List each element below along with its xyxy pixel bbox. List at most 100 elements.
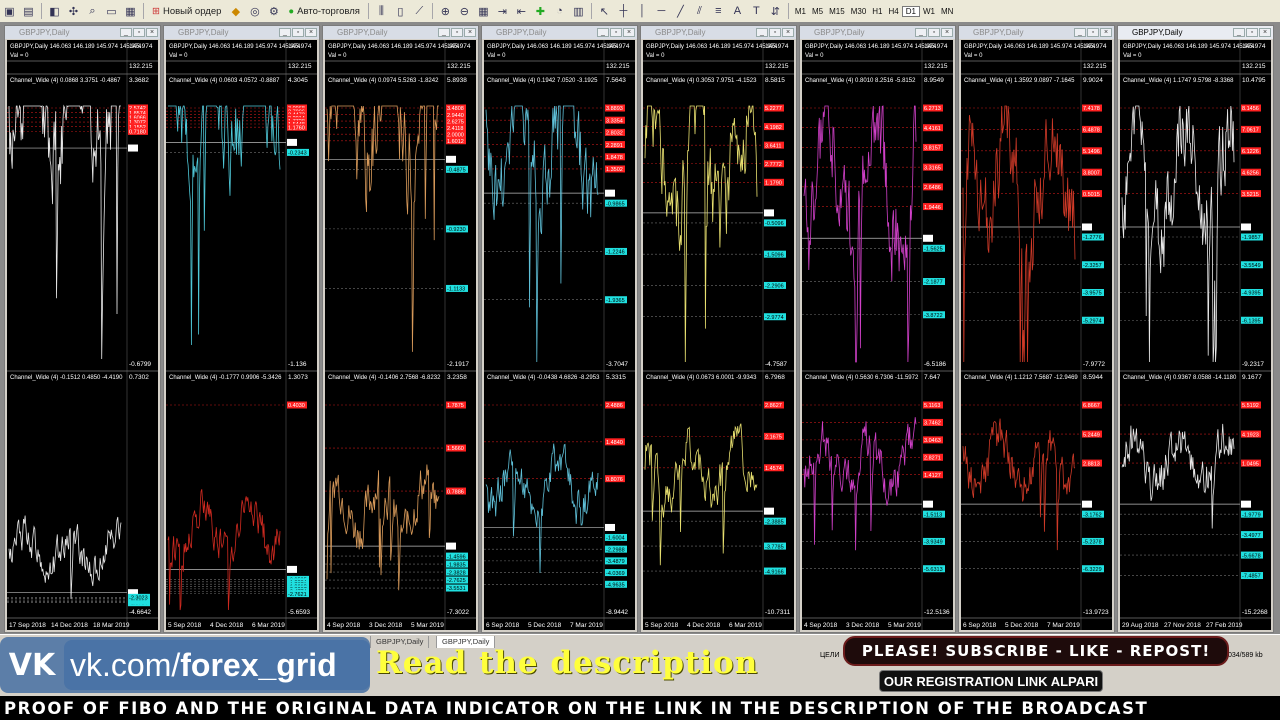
templates-icon[interactable]: ▥ xyxy=(570,3,587,19)
label-tool-icon[interactable]: T xyxy=(748,3,765,19)
close-icon[interactable]: × xyxy=(1259,28,1271,37)
chart-window[interactable]: GBPJPY,Daily _ ▫ × GBPJPY,Daily 146.063 146.… xyxy=(4,25,161,633)
minimize-icon[interactable]: _ xyxy=(279,28,291,37)
registration-link-button[interactable]: OUR REGISTRATION LINK ALPARI xyxy=(879,670,1103,692)
restore-icon[interactable]: ▫ xyxy=(451,28,463,37)
chart-canvas[interactable]: GBPJPY,Daily 146.063 146.189 145.974 145… xyxy=(484,40,635,630)
timeframe-mn[interactable]: MN xyxy=(938,7,956,16)
cursor-icon[interactable]: ↖ xyxy=(596,3,613,19)
minimize-icon[interactable]: _ xyxy=(438,28,450,37)
vk-banner[interactable]: VK vk.com/forex_grid xyxy=(0,637,370,693)
chart-canvas[interactable]: GBPJPY,Daily 146.063 146.189 145.974 145… xyxy=(961,40,1112,630)
channel-icon[interactable]: ⫽ xyxy=(691,3,708,19)
chart-canvas[interactable]: GBPJPY,Daily 146.063 146.189 145.974 145… xyxy=(802,40,953,630)
trendline-icon[interactable]: ╱ xyxy=(672,3,689,19)
fibo-icon[interactable]: ≡ xyxy=(710,3,727,19)
chart-canvas[interactable]: GBPJPY,Daily 146.063 146.189 145.974 145… xyxy=(643,40,794,630)
tile-windows-icon[interactable]: ▦ xyxy=(475,3,492,19)
zoom-in-icon[interactable]: ⊕ xyxy=(437,3,454,19)
restore-icon[interactable]: ▫ xyxy=(1087,28,1099,37)
close-icon[interactable]: × xyxy=(623,28,635,37)
indicator-scale-top: 10.4795 xyxy=(1242,77,1266,84)
chart-window[interactable]: GBPJPY,Daily _ ▫ × GBPJPY,Daily 146.063 146.… xyxy=(958,25,1115,633)
candles-icon[interactable]: ▯ xyxy=(392,3,409,19)
market-watch-icon[interactable]: ◧ xyxy=(46,3,63,19)
price-scale-sub: 132.215 xyxy=(288,63,312,70)
timeframe-h4[interactable]: H4 xyxy=(886,7,902,16)
indicator-line xyxy=(1121,423,1235,529)
close-icon[interactable]: × xyxy=(146,28,158,37)
indicator-scale-top: 9.9024 xyxy=(1083,77,1103,84)
text-tool-icon[interactable]: A xyxy=(729,3,746,19)
chart-window[interactable]: GBPJPY,Daily _ ▫ × GBPJPY,Daily 146.063 146.… xyxy=(163,25,320,633)
minimize-icon[interactable]: _ xyxy=(120,28,132,37)
restore-icon[interactable]: ▫ xyxy=(292,28,304,37)
timeframe-bar: M1 M5 M15 M30 H1 H4 D1 W1 MN xyxy=(792,5,957,17)
timeframe-m5[interactable]: M5 xyxy=(809,7,826,16)
minimize-icon[interactable]: _ xyxy=(756,28,768,37)
cyan-level-value: -0.5096 xyxy=(765,221,784,227)
new-order-button[interactable]: ⊞ Новый ордер xyxy=(148,3,225,19)
periods-icon[interactable]: ◔ xyxy=(551,3,568,19)
window-controls: _ ▫ × xyxy=(915,28,953,37)
chart-canvas[interactable]: GBPJPY,Daily 146.063 146.189 145.974 145… xyxy=(1120,40,1271,630)
timeframe-m1[interactable]: M1 xyxy=(792,7,809,16)
chart-canvas[interactable]: GBPJPY,Daily 146.063 146.189 145.974 145… xyxy=(166,40,317,630)
red-level-value: 2.2891 xyxy=(606,143,623,149)
chart-window[interactable]: GBPJPY,Daily _ ▫ × GBPJPY,Daily 146.063 146.… xyxy=(1117,25,1274,633)
zoom-out-icon[interactable]: ⊖ xyxy=(456,3,473,19)
chart-window[interactable]: GBPJPY,Daily _ ▫ × GBPJPY,Daily 146.063 146.… xyxy=(481,25,638,633)
minimize-icon[interactable]: _ xyxy=(597,28,609,37)
crosshair-icon[interactable]: ┼ xyxy=(615,3,632,19)
red-level-value: 1.3502 xyxy=(606,167,623,173)
chart-shift-icon[interactable]: ⇤ xyxy=(513,3,530,19)
restore-icon[interactable]: ▫ xyxy=(769,28,781,37)
chart-window[interactable]: GBPJPY,Daily _ ▫ × GBPJPY,Daily 146.063 146.… xyxy=(322,25,479,633)
meta-editor-icon[interactable]: ◆ xyxy=(227,3,244,19)
close-icon[interactable]: × xyxy=(305,28,317,37)
indicator-scale-top: 3.2358 xyxy=(447,374,467,381)
chart-canvas[interactable]: GBPJPY,Daily 146.063 146.189 145.974 145… xyxy=(7,40,158,630)
autotrade-button[interactable]: ● Авто-торговля xyxy=(284,3,363,19)
arrows-icon[interactable]: ⇵ xyxy=(767,3,784,19)
line-chart-icon[interactable]: ⟋ xyxy=(411,3,428,19)
restore-icon[interactable]: ▫ xyxy=(928,28,940,37)
minimize-icon[interactable]: _ xyxy=(915,28,927,37)
chart-canvas[interactable]: GBPJPY,Daily 146.063 146.189 145.974 145… xyxy=(325,40,476,630)
new-chart-icon[interactable]: ▣ xyxy=(1,3,18,19)
subscribe-banner[interactable]: PLEASE! SUBSCRIBE - LIKE - REPOST! xyxy=(843,636,1229,666)
minimize-icon[interactable]: _ xyxy=(1233,28,1245,37)
close-icon[interactable]: × xyxy=(464,28,476,37)
close-icon[interactable]: × xyxy=(1100,28,1112,37)
timeframe-m15[interactable]: M15 xyxy=(826,7,848,16)
chart-window[interactable]: GBPJPY,Daily _ ▫ × GBPJPY,Daily 146.063 146.… xyxy=(640,25,797,633)
cyan-level-value: -5.6313 xyxy=(924,567,943,573)
timeframe-w1[interactable]: W1 xyxy=(920,7,938,16)
close-icon[interactable]: × xyxy=(941,28,953,37)
autoscroll-icon[interactable]: ⇥ xyxy=(494,3,511,19)
red-level-value: 2.1675 xyxy=(765,435,782,441)
profiles-icon[interactable]: ▤ xyxy=(20,3,37,19)
horizontal-line-icon[interactable]: ─ xyxy=(653,3,670,19)
chart-window[interactable]: GBPJPY,Daily _ ▫ × GBPJPY,Daily 146.063 146.… xyxy=(799,25,956,633)
restore-icon[interactable]: ▫ xyxy=(610,28,622,37)
options-icon[interactable]: ⚙ xyxy=(265,3,282,19)
restore-icon[interactable]: ▫ xyxy=(133,28,145,37)
minimize-icon[interactable]: _ xyxy=(1074,28,1086,37)
timeframe-h1[interactable]: H1 xyxy=(869,7,885,16)
chart-ohlc-text: GBPJPY,Daily 146.063 146.189 145.974 145… xyxy=(328,44,460,50)
close-icon[interactable]: × xyxy=(782,28,794,37)
terminal-icon[interactable]: ▭ xyxy=(103,3,120,19)
crosshair-move-icon[interactable]: ✣ xyxy=(65,3,82,19)
restore-icon[interactable]: ▫ xyxy=(1246,28,1258,37)
bar-chart-icon[interactable]: ⫼ xyxy=(373,3,390,19)
tester-icon[interactable]: ▦ xyxy=(122,3,139,19)
indicators-icon[interactable]: ✚ xyxy=(532,3,549,19)
cyan-level-value: -2.3885 xyxy=(765,519,784,525)
timeframe-d1[interactable]: D1 xyxy=(901,5,920,17)
vertical-line-icon[interactable]: │ xyxy=(634,3,651,19)
navigator-icon[interactable]: ⌕ xyxy=(84,3,101,19)
signals-icon[interactable]: ◎ xyxy=(246,3,263,19)
timeframe-m30[interactable]: M30 xyxy=(848,7,870,16)
cyan-level-value: -1.9857 xyxy=(1242,235,1261,241)
